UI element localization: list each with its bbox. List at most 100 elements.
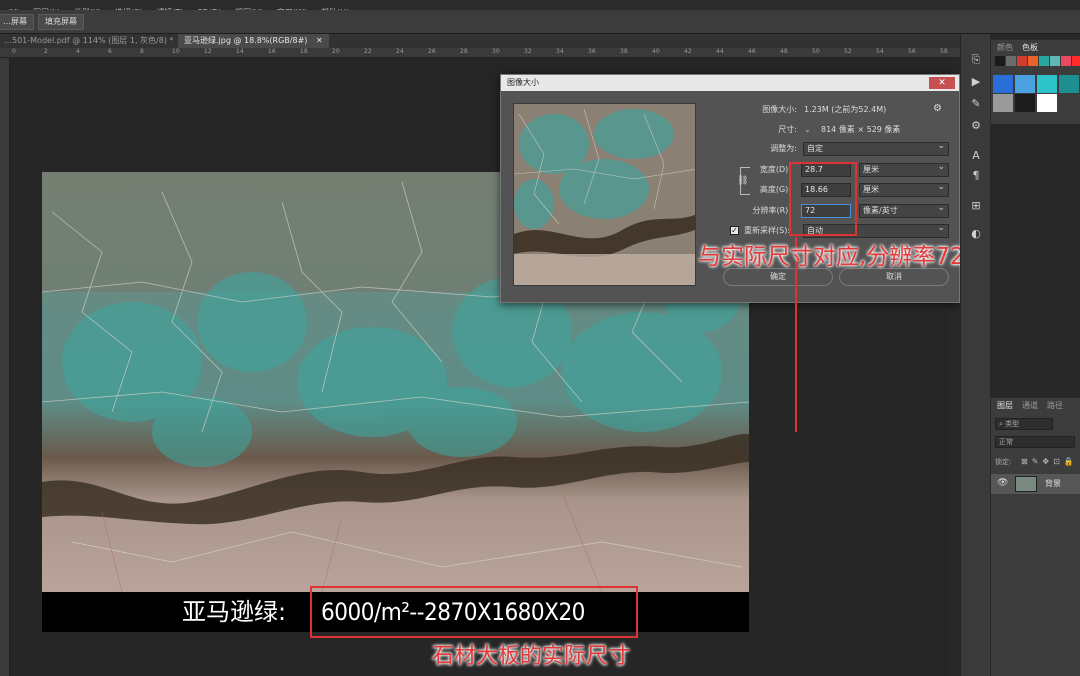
vertical-ruler [0, 58, 10, 676]
stone-name-caption: 亚马逊绿: [182, 598, 287, 626]
dialog-title-bar: 图像大小 ✕ [501, 75, 959, 91]
actual-size-annotation: 石材大板的实际尺寸 [432, 644, 631, 669]
layer-name: 背景 [1045, 479, 1061, 488]
ruler-tick-label: 48 [780, 48, 788, 55]
ruler-tick-label: 4 [76, 48, 80, 55]
width-label: 宽度(D): [759, 165, 791, 174]
ruler-tick-label: 38 [620, 48, 628, 55]
height-unit-select[interactable]: 厘米 [859, 181, 949, 197]
tab-amazonite-jpg[interactable]: 亚马逊绿.jpg @ 18.8%(RGB/8#) ✕ [178, 34, 329, 48]
ruler-tick-label: 18 [300, 48, 308, 55]
dimension-highlight-box [789, 162, 857, 236]
ruler-tick-label: 34 [556, 48, 564, 55]
color-swatch[interactable] [1050, 56, 1060, 66]
layer-filter-input[interactable]: ⌕ 类型 [995, 418, 1053, 430]
ruler-tick-label: 36 [588, 48, 596, 55]
ruler-tick-label: 2 [44, 48, 48, 55]
ruler-tick-label: 0 [12, 48, 16, 55]
color-swatch[interactable] [1072, 56, 1080, 66]
ruler-tick-label: 22 [364, 48, 372, 55]
close-icon[interactable]: ✕ [316, 36, 323, 45]
cancel-button[interactable]: 取消 [839, 268, 949, 286]
ruler-tick-label: 14 [236, 48, 244, 55]
tab-amazonite-label: 亚马逊绿.jpg @ 18.8%(RGB/8#) [184, 36, 308, 45]
ruler-tick-label: 20 [332, 48, 340, 55]
paragraph-icon[interactable]: ¶ [968, 168, 984, 184]
document-tabs: …501-Model.pdf @ 114% (图层 1, 灰色/8) * 亚马逊… [0, 34, 960, 48]
play-icon[interactable]: ▶ [968, 74, 984, 90]
image-size-value: 1.23M (之前为52.4M) [804, 105, 887, 114]
ok-button[interactable]: 确定 [723, 268, 833, 286]
resample-label: 重新采样(S): [744, 226, 791, 235]
ruler-tick-label: 10 [172, 48, 180, 55]
ruler-tick-label: 6 [108, 48, 112, 55]
ruler-tick-label: 8 [140, 48, 144, 55]
color-swatch[interactable] [993, 94, 1013, 112]
color-swatch[interactable] [1039, 56, 1049, 66]
size-highlight-box [310, 586, 638, 638]
color-swatch[interactable] [1006, 56, 1016, 66]
blend-mode-select[interactable]: 正常 [995, 436, 1075, 448]
image-preview [513, 103, 696, 286]
ruler-tick-label: 32 [524, 48, 532, 55]
fill-screen-button[interactable]: 填充屏幕 [38, 14, 84, 30]
layer-filter-value: 类型 [1005, 420, 1020, 428]
ruler-tick-label: 16 [268, 48, 276, 55]
resolution-unit-select[interactable]: 像素/英寸 [859, 202, 949, 218]
ruler-tick-label: 44 [716, 48, 724, 55]
color-swatch[interactable] [1037, 94, 1057, 112]
ruler-tick-label: 42 [684, 48, 692, 55]
tab-model-pdf[interactable]: …501-Model.pdf @ 114% (图层 1, 灰色/8) * [0, 34, 179, 48]
ruler-tick-label: 56 [908, 48, 916, 55]
color-swatch[interactable] [1015, 94, 1035, 112]
eye-icon[interactable]: 👁 [997, 478, 1008, 488]
tab-channels[interactable]: 通道 [1022, 400, 1038, 411]
photoshop-window: …(Y)图层(L)类型(Y)选择(S)滤镜(T)3D(D)视图(V)窗口(W)帮… [0, 0, 1080, 676]
width-unit-select[interactable]: 厘米 [859, 161, 949, 177]
ruler-tick-label: 26 [428, 48, 436, 55]
gear-icon[interactable]: ⚙ [933, 103, 942, 114]
image-size-label: 图像大小: [762, 105, 797, 114]
ruler-tick-label: 50 [812, 48, 820, 55]
color-swatch[interactable] [1017, 56, 1027, 66]
horizontal-ruler: 0 2 4 6 8 10 12 14 16 18 20 22 24 26 28 30 32 34 36 38 40 42 4… [0, 48, 960, 58]
color-swatch[interactable] [993, 75, 1013, 93]
close-button[interactable]: ✕ [929, 77, 955, 89]
ruler-tick-label: 52 [844, 48, 852, 55]
dimensions-dropdown-icon[interactable]: ⌄ [804, 124, 811, 136]
color-swatch[interactable] [1061, 56, 1071, 66]
swatches-panel: 颜色 色板 [991, 40, 1080, 124]
layer-row-background[interactable]: 👁 背景 [991, 474, 1080, 494]
brush-preset-icon[interactable]: ✎ [968, 96, 984, 112]
fit-to-label: 调整为: [770, 144, 797, 153]
ruler-tick-label: 28 [460, 48, 468, 55]
character-icon[interactable]: A [968, 148, 984, 164]
fit-to-select[interactable]: 自定 [803, 140, 949, 156]
layer-thumbnail [1015, 476, 1037, 492]
tab-paths[interactable]: 路径 [1047, 400, 1063, 411]
ruler-tick-label: 46 [748, 48, 756, 55]
ruler-tick-label: 54 [876, 48, 884, 55]
styles-icon[interactable]: ◐ [968, 226, 984, 242]
ruler-tick-label: 40 [652, 48, 660, 55]
color-swatch[interactable] [1059, 75, 1079, 93]
color-swatch[interactable] [995, 56, 1005, 66]
tab-layers[interactable]: 图层 [997, 400, 1013, 411]
ruler-tick-label: 24 [396, 48, 404, 55]
color-swatch[interactable] [1028, 56, 1038, 66]
layers-panel: 图层 通道 路径 ⌕ 类型 正常 锁定: ⊠✎✥⊡🔒 👁 背景 [991, 398, 1080, 676]
adjustments-icon[interactable]: ⚙ [968, 118, 984, 134]
tab-swatches[interactable]: 色板 [1022, 42, 1038, 53]
fit-screen-button[interactable]: …屏幕 [0, 14, 34, 30]
resample-checkbox[interactable]: ✓ [730, 226, 739, 235]
lock-icons[interactable]: ⊠✎✥⊡🔒 [1021, 456, 1078, 468]
tab-color[interactable]: 颜色 [997, 42, 1013, 53]
ruler-tick-label: 58 [940, 48, 948, 55]
color-swatch[interactable] [1015, 75, 1035, 93]
ruler-tick-label: 30 [492, 48, 500, 55]
search-icon: ⌕ [999, 420, 1003, 428]
color-swatch[interactable] [1037, 75, 1057, 93]
properties-icon[interactable]: ⊞ [968, 198, 984, 214]
history-icon[interactable]: ⎘ [968, 52, 984, 68]
dimensions-label: 尺寸: [778, 125, 797, 134]
